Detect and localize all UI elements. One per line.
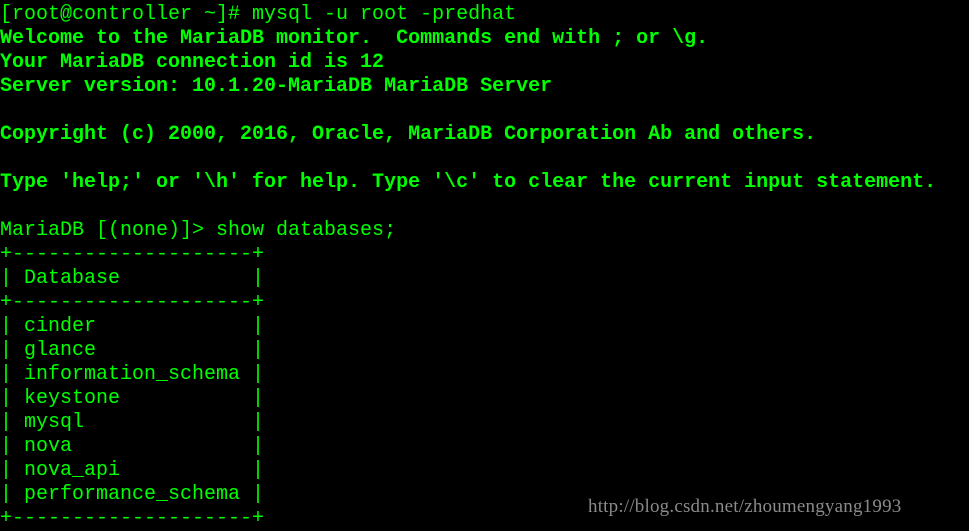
terminal-line: +--------------------+ — [0, 291, 265, 314]
terminal-line: +--------------------+ — [0, 243, 265, 266]
terminal-line: Server version: 10.1.20-MariaDB MariaDB … — [0, 75, 553, 98]
terminal-line: Type 'help;' or '\h' for help. Type '\c'… — [0, 171, 937, 194]
terminal-line: | mysql | — [0, 411, 265, 434]
terminal-line: MariaDB [(none)]> show databases; — [0, 219, 397, 242]
terminal-line: | information_schema | — [0, 363, 265, 386]
terminal-line: | glance | — [0, 339, 265, 362]
watermark: http://blog.csdn.net/zhoumengyang1993 — [588, 496, 902, 517]
terminal-line: | nova | — [0, 435, 265, 458]
terminal-line: | keystone | — [0, 387, 265, 410]
terminal-line: | Database | — [0, 267, 265, 290]
terminal-line: [root@controller ~]# mysql -u root -pred… — [0, 3, 517, 26]
terminal-line: Welcome to the MariaDB monitor. Commands… — [0, 27, 709, 50]
terminal-line: | nova_api | — [0, 459, 265, 482]
terminal-line: | cinder | — [0, 315, 265, 338]
terminal-line: Your MariaDB connection id is 12 — [0, 51, 385, 74]
terminal-output[interactable]: [root@controller ~]# mysql -u root -pred… — [0, 3, 936, 531]
terminal-line: Copyright (c) 2000, 2016, Oracle, MariaD… — [0, 123, 817, 146]
